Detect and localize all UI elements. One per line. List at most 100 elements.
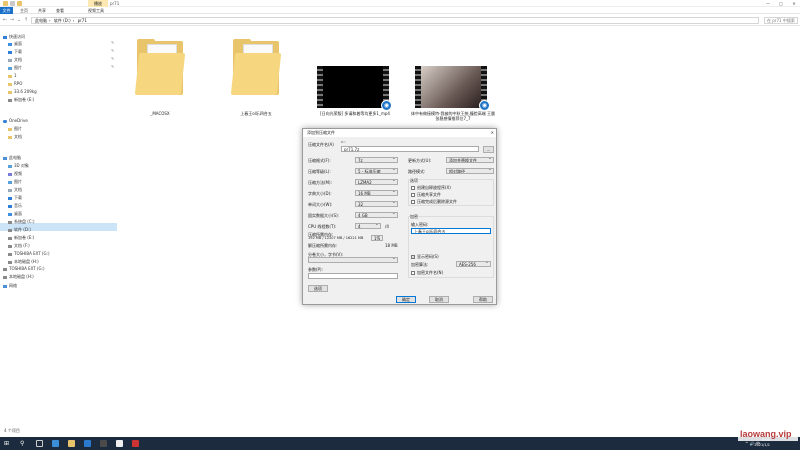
sidebar-item-pc-8[interactable]: 软件 (D:)	[8, 226, 31, 233]
breadcrumb-this-pc[interactable]: 此电脑	[35, 18, 47, 23]
shared-files-checkbox[interactable]: 压缩共享文件	[411, 192, 441, 197]
sidebar-item-downloads[interactable]: 下载	[8, 48, 22, 55]
sidebar-item-1[interactable]: 1	[8, 72, 17, 79]
sfx-checkbox[interactable]: 创建自释放程序(X)	[411, 185, 451, 190]
tab-view[interactable]: 查看	[56, 7, 64, 14]
quick-access[interactable]: 快速访问	[3, 33, 25, 40]
sidebar-item-pc-10[interactable]: 文档 (F:)	[8, 242, 30, 249]
password-input[interactable]: 上春王ol乐四合五	[411, 228, 491, 234]
word-select[interactable]: 32	[355, 201, 398, 207]
this-pc[interactable]: 此电脑	[3, 154, 21, 161]
video-thumbnail	[323, 66, 383, 108]
help-button[interactable]: 帮助	[473, 296, 493, 303]
delete-after-checkbox[interactable]: 压缩完成后删除源文件	[411, 199, 457, 204]
sidebar-item-pc-7[interactable]: 系统盘 (C:)	[8, 218, 35, 225]
method-select[interactable]: LZMA2	[355, 179, 398, 185]
encryption-method-select[interactable]: AES-256	[456, 261, 491, 267]
sidebar-item-documents[interactable]: 文档	[8, 56, 22, 63]
sidebar-item-desktop[interactable]: 桌面	[8, 40, 22, 47]
sidebar-item-pictures[interactable]: 图片	[8, 64, 22, 71]
memory-percent-select[interactable]: 1%	[371, 235, 383, 241]
format-select[interactable]: 7z	[355, 157, 398, 163]
sidebar-item-pc-2[interactable]: 图片	[8, 178, 22, 185]
maximize-button[interactable]: □	[775, 0, 787, 7]
threads-select[interactable]: 4	[355, 223, 381, 229]
sidebar-item-pc-9[interactable]: 新加卷 (E:)	[8, 234, 34, 241]
options-button[interactable]: 选项	[308, 285, 328, 292]
video-item-1[interactable]: ◉	[317, 66, 392, 111]
onedrive[interactable]: OneDrive	[3, 117, 28, 124]
tab-video-tools[interactable]: 视频工具	[88, 7, 104, 14]
up-icon[interactable]: ↑	[23, 17, 29, 23]
file-tab[interactable]: 文件	[0, 7, 13, 14]
archive-name-input[interactable]: pr71.7z	[341, 146, 479, 152]
folder-item-2[interactable]	[230, 39, 282, 95]
dict-select[interactable]: 16 MB	[355, 190, 398, 196]
forward-icon[interactable]: →	[9, 17, 15, 23]
file-explorer-icon[interactable]	[68, 440, 75, 447]
breadcrumb-folder[interactable]: pr71	[78, 18, 87, 23]
sidebar-item-folder[interactable]: 33.6 209kg	[8, 88, 37, 95]
ok-button[interactable]: 确定	[396, 296, 416, 303]
properties-icon[interactable]	[10, 1, 15, 6]
video-item-2[interactable]: ◉	[415, 66, 490, 111]
edge-icon[interactable]	[52, 440, 59, 447]
sidebar-item-pc-12[interactable]: 本地磁盘 (H:)	[8, 258, 39, 265]
back-icon[interactable]: ←	[2, 17, 8, 23]
encrypt-names-checkbox[interactable]: 加密文件名(N)	[411, 270, 443, 275]
sidebar-item-pc-5[interactable]: 音乐	[8, 202, 22, 209]
tab-home[interactable]: 主页	[20, 7, 28, 14]
level-select[interactable]: 5 - 标准压缩	[355, 168, 398, 174]
minimize-button[interactable]: —	[762, 0, 774, 7]
dialog-close-button[interactable]: ✕	[491, 129, 494, 137]
file-name[interactable]: 体中有做接模特-我被的中秋王统,撞脸高端 王晨 张稳感情推荐位7_7	[411, 111, 495, 121]
onedrive-documents[interactable]: 文档	[8, 133, 22, 140]
search-icon[interactable]: ⚲	[20, 440, 27, 447]
sidebar-item-pc-6[interactable]: 桌面	[8, 210, 22, 217]
address-bar[interactable]: 此电脑 › 软件 (D:) › pr71	[31, 17, 759, 24]
sidebar-item-pc-4[interactable]: 下载	[8, 194, 22, 201]
sidebar-item-pc-1[interactable]: 视频	[8, 170, 22, 177]
sidebar-item-pc-0[interactable]: 3D 对象	[8, 162, 29, 169]
close-button[interactable]: ✕	[788, 0, 800, 7]
sidebar-item-ext-g[interactable]: TOSHIBA EXT (G:)	[3, 265, 45, 272]
tab-share[interactable]: 共享	[38, 7, 46, 14]
folder-item-macosx[interactable]	[134, 39, 186, 95]
pin-icon[interactable]: ✎	[111, 64, 114, 69]
app-icon[interactable]	[100, 440, 107, 447]
sidebar-item-network[interactable]: 网络	[3, 282, 17, 289]
sidebar-item-rpo[interactable]: RPO	[8, 80, 22, 87]
solid-select[interactable]: 4 GB	[355, 212, 398, 218]
browse-button[interactable]: ...	[483, 146, 494, 153]
sidebar-item-pc-11[interactable]: TOSHIBA EXT (G:)	[8, 250, 50, 257]
update-mode-select[interactable]: 添加并替换文件	[446, 157, 494, 163]
show-password-checkbox[interactable]: ✓ 显示密码(S)	[411, 254, 439, 259]
file-name[interactable]: _MACOSX	[120, 111, 200, 116]
drive-icon	[8, 236, 12, 240]
pin-icon[interactable]: ✎	[111, 48, 114, 53]
app-icon[interactable]	[84, 440, 91, 447]
params-input[interactable]	[308, 273, 398, 279]
path-mode-select[interactable]: 相对路径	[446, 168, 494, 174]
cube-icon	[8, 164, 12, 168]
app-icon[interactable]	[132, 440, 139, 447]
search-input[interactable]: 在 pr71 中搜索	[764, 17, 798, 24]
cancel-button[interactable]: 取消	[429, 296, 449, 303]
new-folder-icon[interactable]	[17, 1, 22, 6]
volume-select[interactable]	[308, 257, 398, 263]
password-label: 输入密码:	[411, 222, 429, 227]
sidebar-item-local-h[interactable]: 本地磁盘 (H:)	[3, 273, 34, 280]
onedrive-pictures[interactable]: 图片	[8, 125, 22, 132]
pin-icon[interactable]: ✎	[111, 40, 114, 45]
sevenzip-icon[interactable]	[116, 440, 123, 447]
manage-tab[interactable]: 播放	[88, 0, 108, 7]
sidebar-item-pc-3[interactable]: 文档	[8, 186, 22, 193]
file-name[interactable]: 上春王ol乐四合五	[216, 111, 296, 116]
windows-start-icon[interactable]: ⊞	[4, 440, 11, 447]
chevron-down-icon[interactable]: ⌄	[16, 17, 22, 23]
file-name[interactable]: [日向光荣版] 多请和着等均更多1_mp4	[313, 111, 397, 116]
pin-icon[interactable]: ✎	[111, 56, 114, 61]
breadcrumb-drive[interactable]: 软件 (D:)	[54, 18, 71, 23]
sidebar-item-drive-e[interactable]: 新加卷 (E:)	[8, 96, 34, 103]
task-view-icon[interactable]	[36, 440, 43, 447]
